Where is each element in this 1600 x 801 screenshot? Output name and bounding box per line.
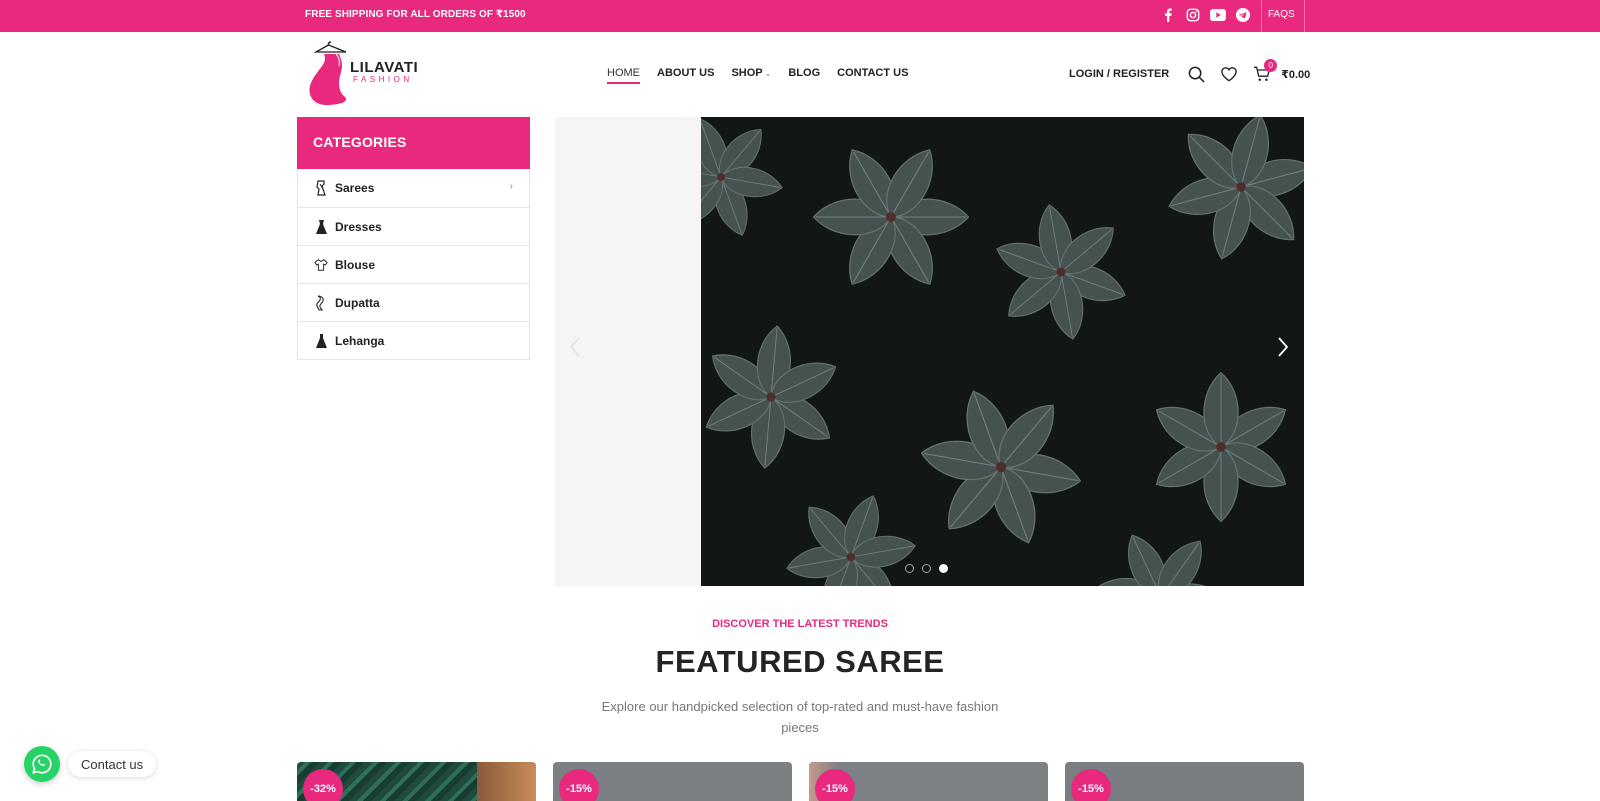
section-title: FEATURED SAREE xyxy=(655,644,945,679)
category-item-sarees[interactable]: Sarees › xyxy=(298,169,529,207)
nav-shop-label: SHOP xyxy=(731,67,763,79)
slider-pagination xyxy=(905,564,948,573)
section-description: Explore our handpicked selection of top-… xyxy=(601,699,999,735)
login-register-link[interactable]: LOGIN / REGISTER xyxy=(1069,68,1169,80)
logo-brand: LILAVATI xyxy=(350,59,419,76)
chevron-right-icon: › xyxy=(509,181,513,192)
blouse-icon xyxy=(314,257,328,273)
section-kicker: DISCOVER THE LATEST TRENDS xyxy=(712,618,888,630)
nav-about-us[interactable]: ABOUT US xyxy=(657,67,714,84)
divider xyxy=(1261,0,1262,32)
shipping-notice: FREE SHIPPING FOR ALL ORDERS OF ₹1500 xyxy=(305,9,526,20)
header-actions: LOGIN / REGISTER 0 ₹0.00 xyxy=(1069,59,1310,84)
product-card[interactable]: -32% xyxy=(297,762,536,801)
slider-next-arrow-icon[interactable] xyxy=(1277,336,1289,363)
nav-blog[interactable]: BLOG xyxy=(788,67,820,84)
whatsapp-button[interactable] xyxy=(24,746,60,782)
category-label: Sarees xyxy=(335,181,375,195)
cart-total[interactable]: ₹0.00 xyxy=(1281,68,1310,81)
main-navigation: HOME ABOUT US SHOP ⌄ BLOG CONTACT US xyxy=(607,67,908,84)
discount-badge: -15% xyxy=(815,769,855,801)
category-item-dupatta[interactable]: Dupatta xyxy=(298,283,529,321)
nav-home[interactable]: HOME xyxy=(607,67,640,84)
youtube-icon[interactable] xyxy=(1210,7,1226,23)
product-card[interactable]: -15% xyxy=(809,762,1048,801)
search-icon[interactable] xyxy=(1186,64,1206,84)
cart-count-badge: 0 xyxy=(1264,59,1278,72)
slider-dot[interactable] xyxy=(922,564,931,573)
product-grid: -32% -15% -15% -15% xyxy=(297,762,1304,801)
category-item-dresses[interactable]: Dresses xyxy=(298,207,529,245)
dress-icon xyxy=(314,219,328,235)
category-label: Blouse xyxy=(335,257,376,272)
discount-badge: -15% xyxy=(559,769,599,801)
hero-image xyxy=(701,117,1304,586)
wishlist-heart-icon[interactable] xyxy=(1219,64,1239,84)
saree-icon xyxy=(314,180,328,196)
nav-shop[interactable]: SHOP ⌄ xyxy=(731,67,771,84)
top-bar: FREE SHIPPING FOR ALL ORDERS OF ₹1500 FA… xyxy=(0,0,1600,32)
categories-panel: CATEGORIES Sarees › Dresses Blouse Dupat xyxy=(297,117,530,360)
logo-subtitle: FASHION xyxy=(353,75,413,84)
dupatta-icon xyxy=(314,294,328,311)
hero-slider[interactable] xyxy=(555,117,1304,586)
social-links xyxy=(1160,7,1251,23)
category-label: Lehanga xyxy=(335,333,385,348)
instagram-icon[interactable] xyxy=(1185,7,1201,23)
telegram-icon[interactable] xyxy=(1235,7,1251,23)
nav-contact-us[interactable]: CONTACT US xyxy=(837,67,908,84)
faqs-link[interactable]: FAQS xyxy=(1268,9,1295,20)
whatsapp-icon xyxy=(32,754,52,774)
discount-badge: -15% xyxy=(1071,769,1111,801)
category-item-lehanga[interactable]: Lehanga xyxy=(298,321,529,359)
discount-badge: -32% xyxy=(303,769,343,801)
cart-icon[interactable]: 0 xyxy=(1252,59,1278,84)
slider-dot-active[interactable] xyxy=(939,564,948,573)
slider-dot[interactable] xyxy=(905,564,914,573)
product-card[interactable]: -15% xyxy=(553,762,792,801)
whatsapp-label[interactable]: Contact us xyxy=(68,751,157,777)
facebook-icon[interactable] xyxy=(1160,7,1176,23)
divider xyxy=(1304,0,1305,32)
category-item-blouse[interactable]: Blouse xyxy=(298,245,529,283)
lehanga-icon xyxy=(314,333,328,349)
category-label: Dresses xyxy=(335,219,382,234)
categories-title: CATEGORIES xyxy=(297,117,530,169)
categories-list: Sarees › Dresses Blouse Dupatta Lehanga xyxy=(297,169,530,360)
product-card[interactable]: -15% xyxy=(1065,762,1304,801)
chevron-down-icon: ⌄ xyxy=(764,69,772,78)
slider-prev-arrow-icon[interactable] xyxy=(569,336,581,363)
site-logo[interactable]: LILAVATI FASHION xyxy=(304,40,434,108)
category-label: Dupatta xyxy=(335,295,380,310)
